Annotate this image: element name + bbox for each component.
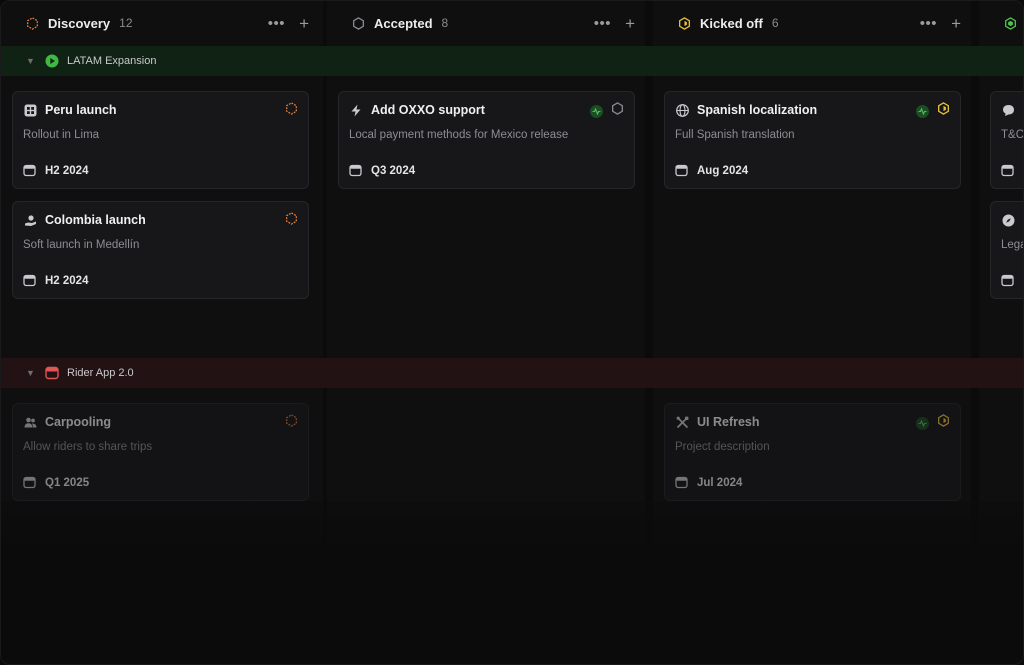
card-title: Add OXXO support — [371, 103, 485, 117]
card-title: Carpooling — [45, 415, 111, 429]
card-title: Peru launch — [45, 103, 117, 117]
in-progress-hexagon-icon — [1003, 16, 1017, 30]
users-icon — [23, 415, 37, 429]
calendar-icon — [1001, 274, 1014, 287]
card-description: Project description — [675, 441, 770, 453]
card-add-oxxo-support[interactable]: Add OXXO support Local payment methods f… — [338, 91, 635, 189]
card-title: UI Refresh — [697, 415, 760, 429]
card-description: Rollout in Lima — [23, 129, 100, 141]
card-description: Allow riders to share trips — [23, 441, 153, 453]
group-label: Rider App 2.0 — [67, 367, 134, 379]
group-row-latam[interactable]: ▼ LATAM Expansion — [1, 46, 1023, 76]
column-header-kicked-off: Kicked off 6 ••• + — [677, 1, 961, 45]
card-description: Soft launch in Medellín — [23, 239, 140, 251]
card-description: Full Spanish translation — [675, 129, 795, 141]
health-on-track-icon[interactable] — [590, 104, 603, 118]
card-target-date: H2 2024 — [45, 274, 89, 287]
card-colombia-launch[interactable]: Colombia launch Soft launch in Medellín … — [12, 201, 309, 299]
card-title: Spanish localization — [697, 103, 818, 117]
hand-icon — [23, 213, 37, 227]
collapse-caret-icon[interactable]: ▼ — [26, 368, 35, 378]
more-options-icon[interactable]: ••• — [920, 16, 937, 31]
kicked-off-status-icon[interactable] — [937, 414, 950, 432]
calendar-icon — [349, 164, 362, 177]
card-target-date: Q1 2025 — [45, 476, 90, 489]
card-partial-terms[interactable]: T&C — [990, 91, 1024, 189]
globe-icon — [675, 103, 689, 117]
card-target-date: Q3 2024 — [371, 164, 416, 177]
column-count: 6 — [771, 16, 779, 30]
column-header-in-progress — [1003, 1, 1023, 45]
column-header-discovery: Discovery 12 ••• + — [25, 1, 309, 45]
more-options-icon[interactable]: ••• — [268, 16, 285, 31]
card-description: Lega — [1001, 239, 1023, 251]
column-count: 12 — [119, 16, 133, 30]
add-item-button[interactable]: + — [625, 15, 635, 32]
compass-icon — [1001, 213, 1015, 227]
calendar-icon — [23, 164, 36, 177]
card-spanish-localization[interactable]: Spanish localization Full Spanish transl… — [664, 91, 961, 189]
column-title: Kicked off — [700, 15, 763, 31]
play-circle-icon — [45, 54, 59, 68]
discovery-hexagon-icon — [25, 16, 39, 30]
card-description: T&C — [1001, 129, 1024, 141]
column-count: 8 — [441, 16, 449, 30]
calendar-icon — [675, 476, 688, 489]
collapse-caret-icon[interactable]: ▼ — [26, 56, 35, 66]
kicked-off-status-icon[interactable] — [937, 102, 950, 120]
discovery-status-icon[interactable] — [285, 102, 298, 120]
more-options-icon[interactable]: ••• — [594, 16, 611, 31]
calendar-icon — [45, 366, 59, 380]
card-partial-legal[interactable]: Lega — [990, 201, 1023, 299]
chat-icon — [1001, 103, 1015, 117]
health-on-track-icon[interactable] — [916, 416, 929, 430]
group-label: LATAM Expansion — [67, 55, 157, 67]
calendar-icon — [1001, 164, 1014, 177]
group-row-rider-app[interactable]: ▼ Rider App 2.0 — [1, 358, 1023, 388]
roadmap-board: Discovery 12 ••• + Accepted 8 ••• + Kick… — [0, 0, 1024, 665]
kicked-off-hexagon-icon — [677, 16, 691, 30]
card-target-date: Aug 2024 — [697, 164, 749, 177]
card-peru-launch[interactable]: Peru launch Rollout in Lima H2 2024 — [12, 91, 309, 189]
discovery-status-icon[interactable] — [285, 212, 298, 230]
calendar-icon — [23, 476, 36, 489]
bottom-fade-overlay — [1, 501, 1023, 664]
calendar-icon — [23, 274, 36, 287]
discovery-status-icon[interactable] — [285, 414, 298, 432]
column-title: Accepted — [374, 15, 433, 31]
add-item-button[interactable]: + — [299, 15, 309, 32]
column-title: Discovery — [48, 15, 111, 31]
card-ui-refresh[interactable]: UI Refresh Project description Jul 2024 — [664, 403, 961, 501]
add-item-button[interactable]: + — [951, 15, 961, 32]
tools-icon — [675, 415, 689, 429]
grid-icon — [23, 103, 37, 117]
health-on-track-icon[interactable] — [916, 104, 929, 118]
column-header-accepted: Accepted 8 ••• + — [351, 1, 635, 45]
accepted-status-icon[interactable] — [611, 102, 624, 120]
card-carpooling[interactable]: Carpooling Allow riders to share trips Q… — [12, 403, 309, 501]
accepted-hexagon-icon — [351, 16, 365, 30]
card-title: Colombia launch — [45, 213, 146, 227]
card-description: Local payment methods for Mexico release — [349, 129, 569, 141]
calendar-icon — [675, 164, 688, 177]
card-target-date: Jul 2024 — [697, 476, 743, 489]
bolt-icon — [349, 103, 363, 117]
card-target-date: H2 2024 — [45, 164, 89, 177]
